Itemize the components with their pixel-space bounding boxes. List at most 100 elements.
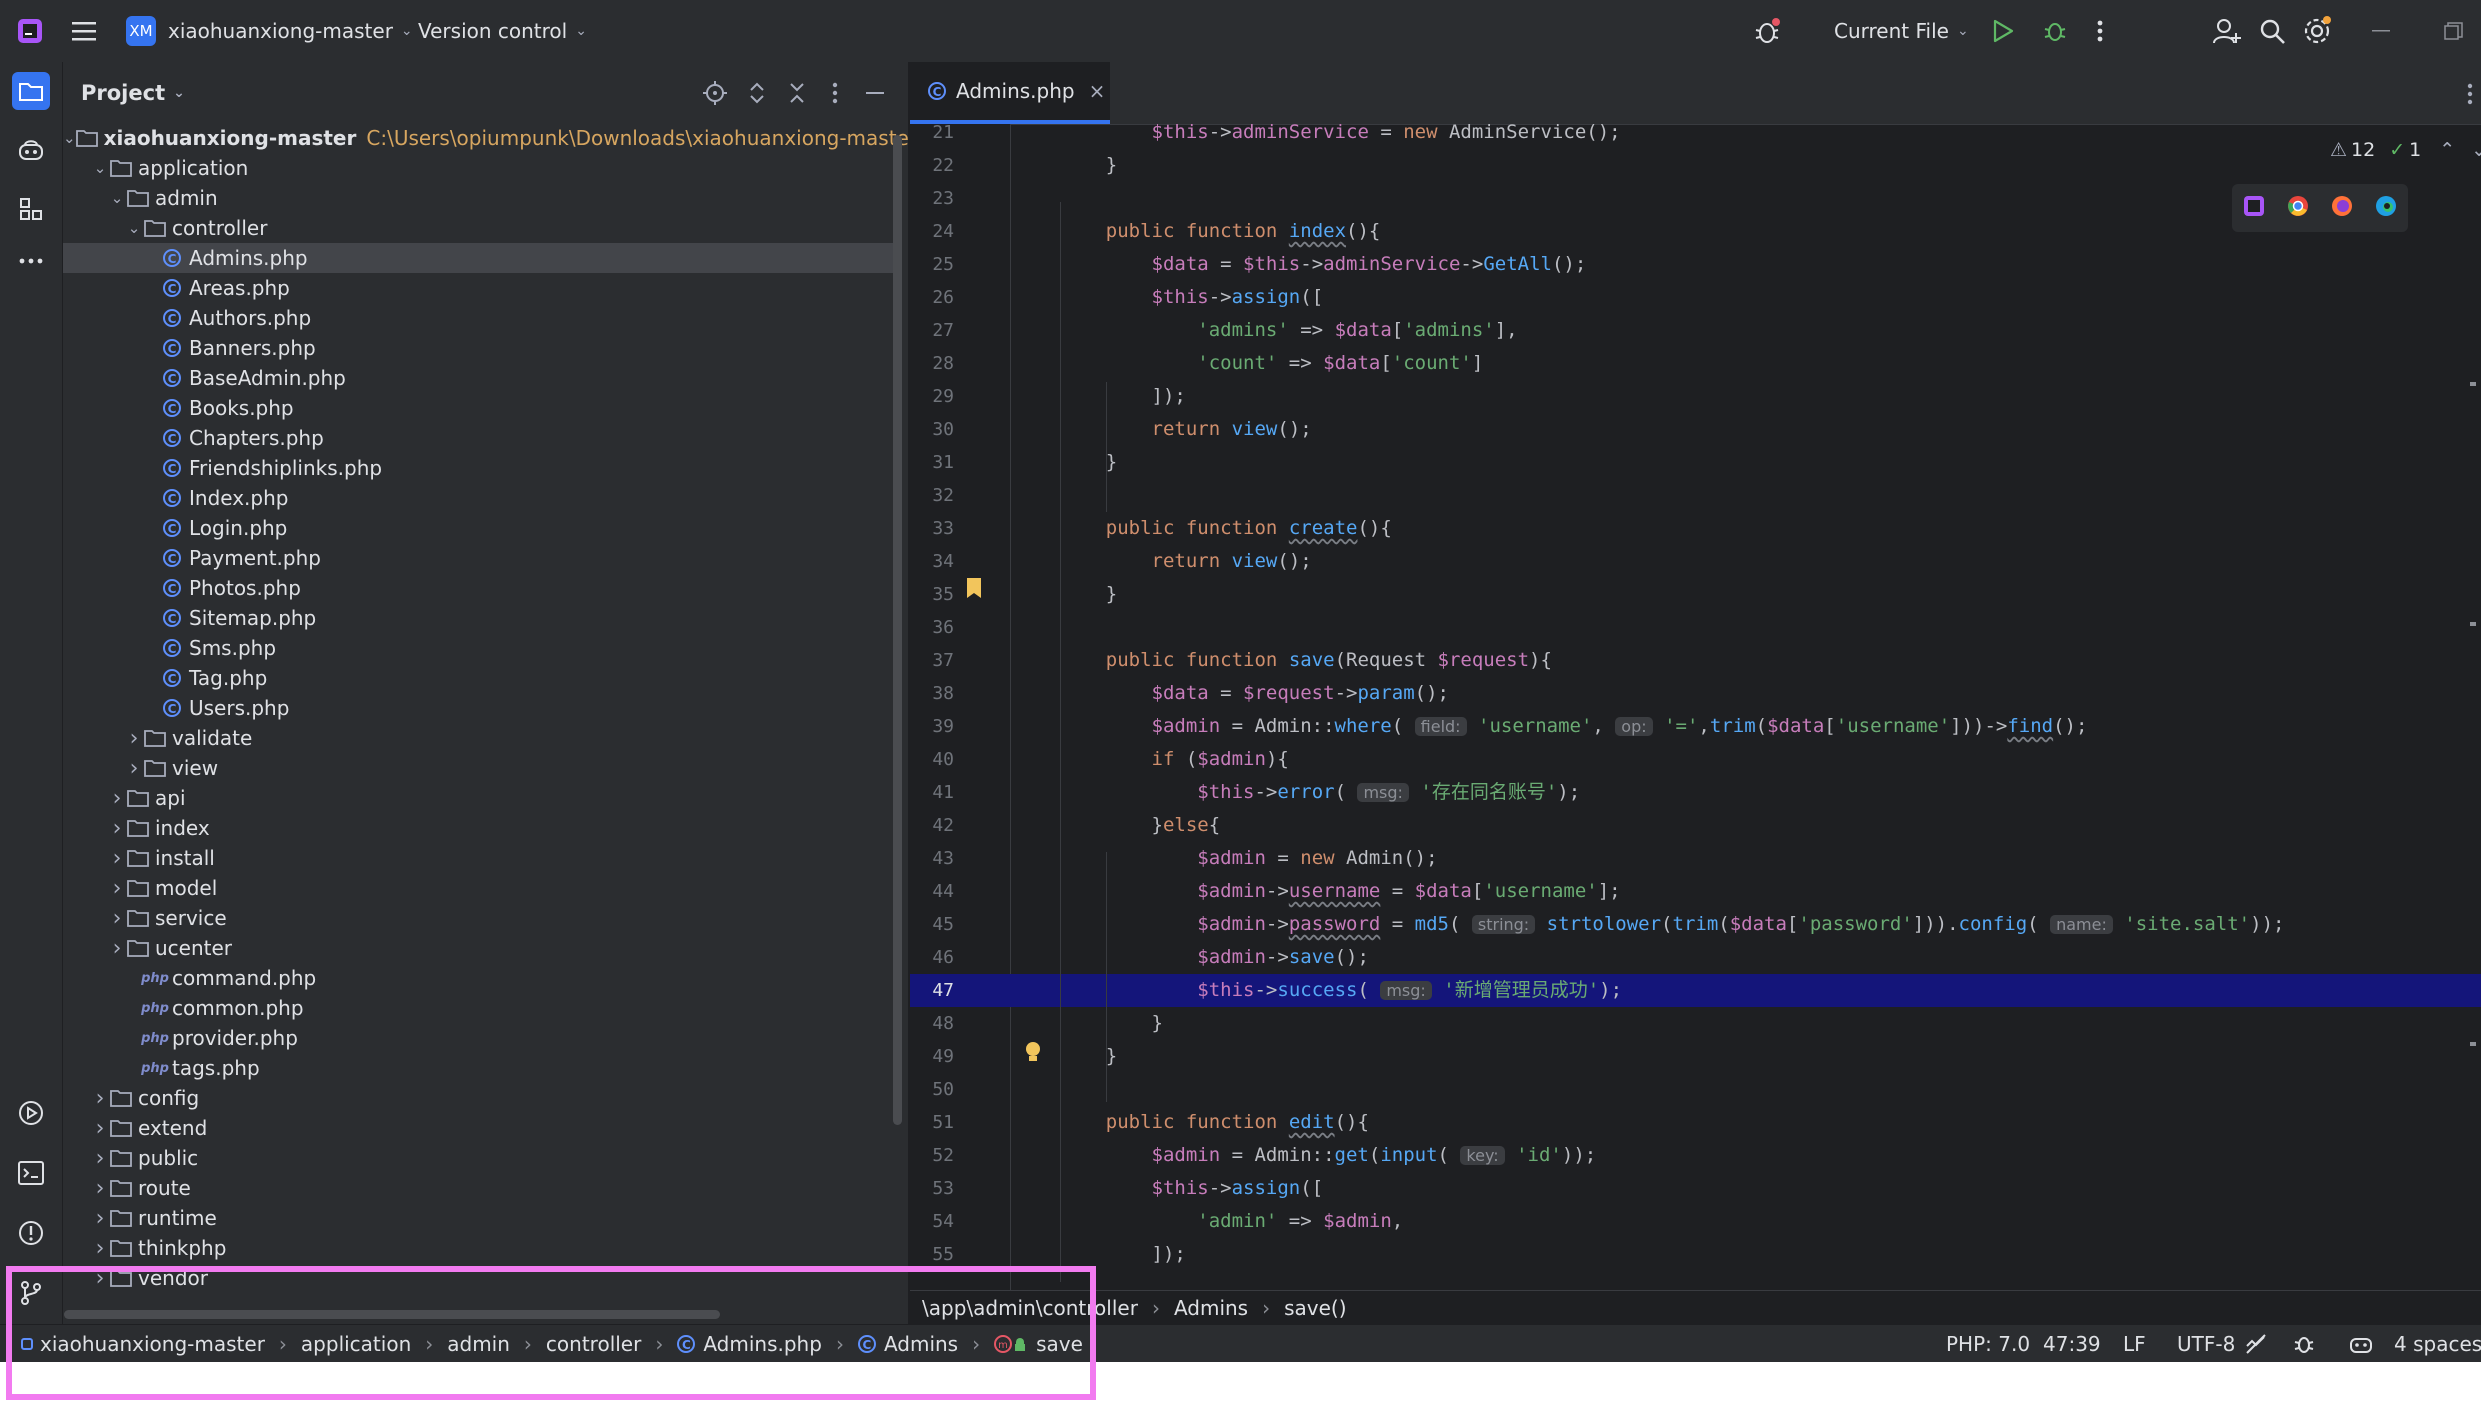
- line-number[interactable]: 40: [910, 743, 954, 776]
- chevron-right-icon[interactable]: ›: [90, 1173, 110, 1203]
- settings-gear-icon[interactable]: [2302, 0, 2332, 62]
- chevron-right-icon[interactable]: ›: [90, 1113, 110, 1143]
- tree-folder-row[interactable]: › service: [63, 903, 893, 933]
- chevron-down-icon[interactable]: ⌄: [90, 153, 110, 183]
- code-line[interactable]: 32: [910, 479, 2481, 512]
- line-number[interactable]: 33: [910, 512, 954, 545]
- tree-folder-row[interactable]: ⌄ application: [63, 153, 893, 183]
- tree-file-row[interactable]: C Authors.php: [63, 303, 893, 333]
- tree-file-row[interactable]: php command.php: [63, 963, 893, 993]
- run-icon[interactable]: [1992, 0, 2014, 62]
- indent-setting[interactable]: 4 spaces: [2394, 1325, 2481, 1363]
- code-line[interactable]: 54 'admin' => $admin,: [910, 1205, 2481, 1238]
- code-line[interactable]: 21 $this->adminService = new AdminServic…: [910, 116, 2481, 149]
- tree-folder-row[interactable]: › public: [63, 1143, 893, 1173]
- line-number[interactable]: 37: [910, 644, 954, 677]
- chevron-down-icon[interactable]: ⌄: [124, 213, 144, 243]
- line-number[interactable]: 32: [910, 479, 954, 512]
- code-line[interactable]: 35 }: [910, 578, 2481, 611]
- inspection-widget[interactable]: ⚠ 12 ✓ 1 ⌃ ⌄: [2330, 132, 2481, 168]
- project-vertical-scrollbar[interactable]: [893, 135, 902, 1125]
- tree-file-row[interactable]: C Books.php: [63, 393, 893, 423]
- line-number[interactable]: 31: [910, 446, 954, 479]
- chevron-right-icon[interactable]: ›: [90, 1203, 110, 1233]
- project-tool-folder-icon[interactable]: [12, 72, 50, 110]
- code-line[interactable]: 39 $admin = Admin::where( field: 'userna…: [910, 710, 2481, 743]
- line-number[interactable]: 29: [910, 380, 954, 413]
- line-number[interactable]: 34: [910, 545, 954, 578]
- code-line[interactable]: 55 ]);: [910, 1238, 2481, 1271]
- line-number[interactable]: 49: [910, 1040, 954, 1073]
- line-number[interactable]: 26: [910, 281, 954, 314]
- tree-folder-row[interactable]: › thinkphp: [63, 1233, 893, 1263]
- line-number[interactable]: 22: [910, 149, 954, 182]
- run-config-selector[interactable]: Current File ⌄: [1834, 0, 1969, 62]
- line-number[interactable]: 35: [910, 578, 954, 611]
- structure-icon[interactable]: [12, 190, 50, 228]
- no-inspection-icon[interactable]: [2244, 1325, 2268, 1363]
- code-line[interactable]: 53 $this->assign([: [910, 1172, 2481, 1205]
- line-number[interactable]: 25: [910, 248, 954, 281]
- chevron-right-icon[interactable]: ›: [124, 753, 144, 783]
- line-number[interactable]: 24: [910, 215, 954, 248]
- tree-file-row[interactable]: C Sitemap.php: [63, 603, 893, 633]
- chevron-right-icon[interactable]: ›: [124, 723, 144, 753]
- code-line[interactable]: 22 }: [910, 149, 2481, 182]
- firefox-icon[interactable]: [2330, 194, 2354, 222]
- chevron-down-icon[interactable]: ⌄: [2471, 139, 2481, 161]
- debug-bug-icon[interactable]: [1752, 0, 1782, 62]
- tree-folder-row[interactable]: › model: [63, 873, 893, 903]
- tree-file-row[interactable]: C Admins.php: [63, 243, 893, 273]
- code-line[interactable]: 27 'admins' => $data['admins'],: [910, 314, 2481, 347]
- editor-crumb[interactable]: Admins: [1174, 1296, 1248, 1320]
- line-number[interactable]: 48: [910, 1007, 954, 1040]
- debug-icon[interactable]: [2042, 0, 2068, 62]
- tree-file-row[interactable]: php common.php: [63, 993, 893, 1023]
- problems-icon[interactable]: [12, 1214, 50, 1252]
- tree-folder-row[interactable]: › route: [63, 1173, 893, 1203]
- code-line[interactable]: 34 return view();: [910, 545, 2481, 578]
- main-menu-icon[interactable]: [72, 0, 98, 62]
- file-encoding[interactable]: UTF-8: [2177, 1325, 2235, 1363]
- more-actions-icon[interactable]: [2096, 0, 2104, 62]
- copilot-icon[interactable]: [12, 132, 50, 170]
- chevron-right-icon[interactable]: ›: [90, 1083, 110, 1113]
- code-line[interactable]: 30 return view();: [910, 413, 2481, 446]
- tree-file-row[interactable]: C Friendshiplinks.php: [63, 453, 893, 483]
- code-line[interactable]: 29 ]);: [910, 380, 2481, 413]
- tree-file-row[interactable]: C Photos.php: [63, 573, 893, 603]
- project-switcher[interactable]: XM xiaohuanxiong-master ⌄: [126, 0, 413, 62]
- debug-bug-icon[interactable]: [2292, 1325, 2316, 1363]
- tree-file-row[interactable]: php provider.php: [63, 1023, 893, 1053]
- code-line[interactable]: 28 'count' => $data['count']: [910, 347, 2481, 380]
- tree-folder-row[interactable]: › validate: [63, 723, 893, 753]
- line-number[interactable]: 38: [910, 677, 954, 710]
- line-number[interactable]: 50: [910, 1073, 954, 1106]
- tree-folder-row[interactable]: › config: [63, 1083, 893, 1113]
- line-number[interactable]: 53: [910, 1172, 954, 1205]
- tree-file-row[interactable]: C Login.php: [63, 513, 893, 543]
- tree-file-row[interactable]: C Users.php: [63, 693, 893, 723]
- tree-file-row[interactable]: php tags.php: [63, 1053, 893, 1083]
- line-number[interactable]: 27: [910, 314, 954, 347]
- tree-folder-row[interactable]: › index: [63, 813, 893, 843]
- code-line[interactable]: 26 $this->assign([: [910, 281, 2481, 314]
- editor-crumb[interactable]: save(): [1284, 1296, 1346, 1320]
- code-line[interactable]: 52 $admin = Admin::get(input( key: 'id')…: [910, 1139, 2481, 1172]
- code-line[interactable]: 44 $admin->username = $data['username'];: [910, 875, 2481, 908]
- chevron-up-icon[interactable]: ⌃: [2439, 139, 2455, 161]
- line-number[interactable]: 46: [910, 941, 954, 974]
- tree-file-row[interactable]: C BaseAdmin.php: [63, 363, 893, 393]
- tree-file-row[interactable]: C Areas.php: [63, 273, 893, 303]
- line-separator[interactable]: LF: [2123, 1325, 2146, 1363]
- chevron-down-icon[interactable]: ⌄: [107, 183, 127, 213]
- maximize-icon[interactable]: [2444, 0, 2464, 62]
- line-number[interactable]: 54: [910, 1205, 954, 1238]
- line-number[interactable]: 44: [910, 875, 954, 908]
- intention-bulb-icon[interactable]: [1024, 1040, 1042, 1068]
- more-tools-icon[interactable]: [12, 242, 50, 280]
- line-number[interactable]: 51: [910, 1106, 954, 1139]
- chevron-right-icon[interactable]: ›: [107, 843, 127, 873]
- code-view[interactable]: 21 $this->adminService = new AdminServic…: [910, 62, 2481, 1288]
- copilot-status-icon[interactable]: [2348, 1325, 2374, 1363]
